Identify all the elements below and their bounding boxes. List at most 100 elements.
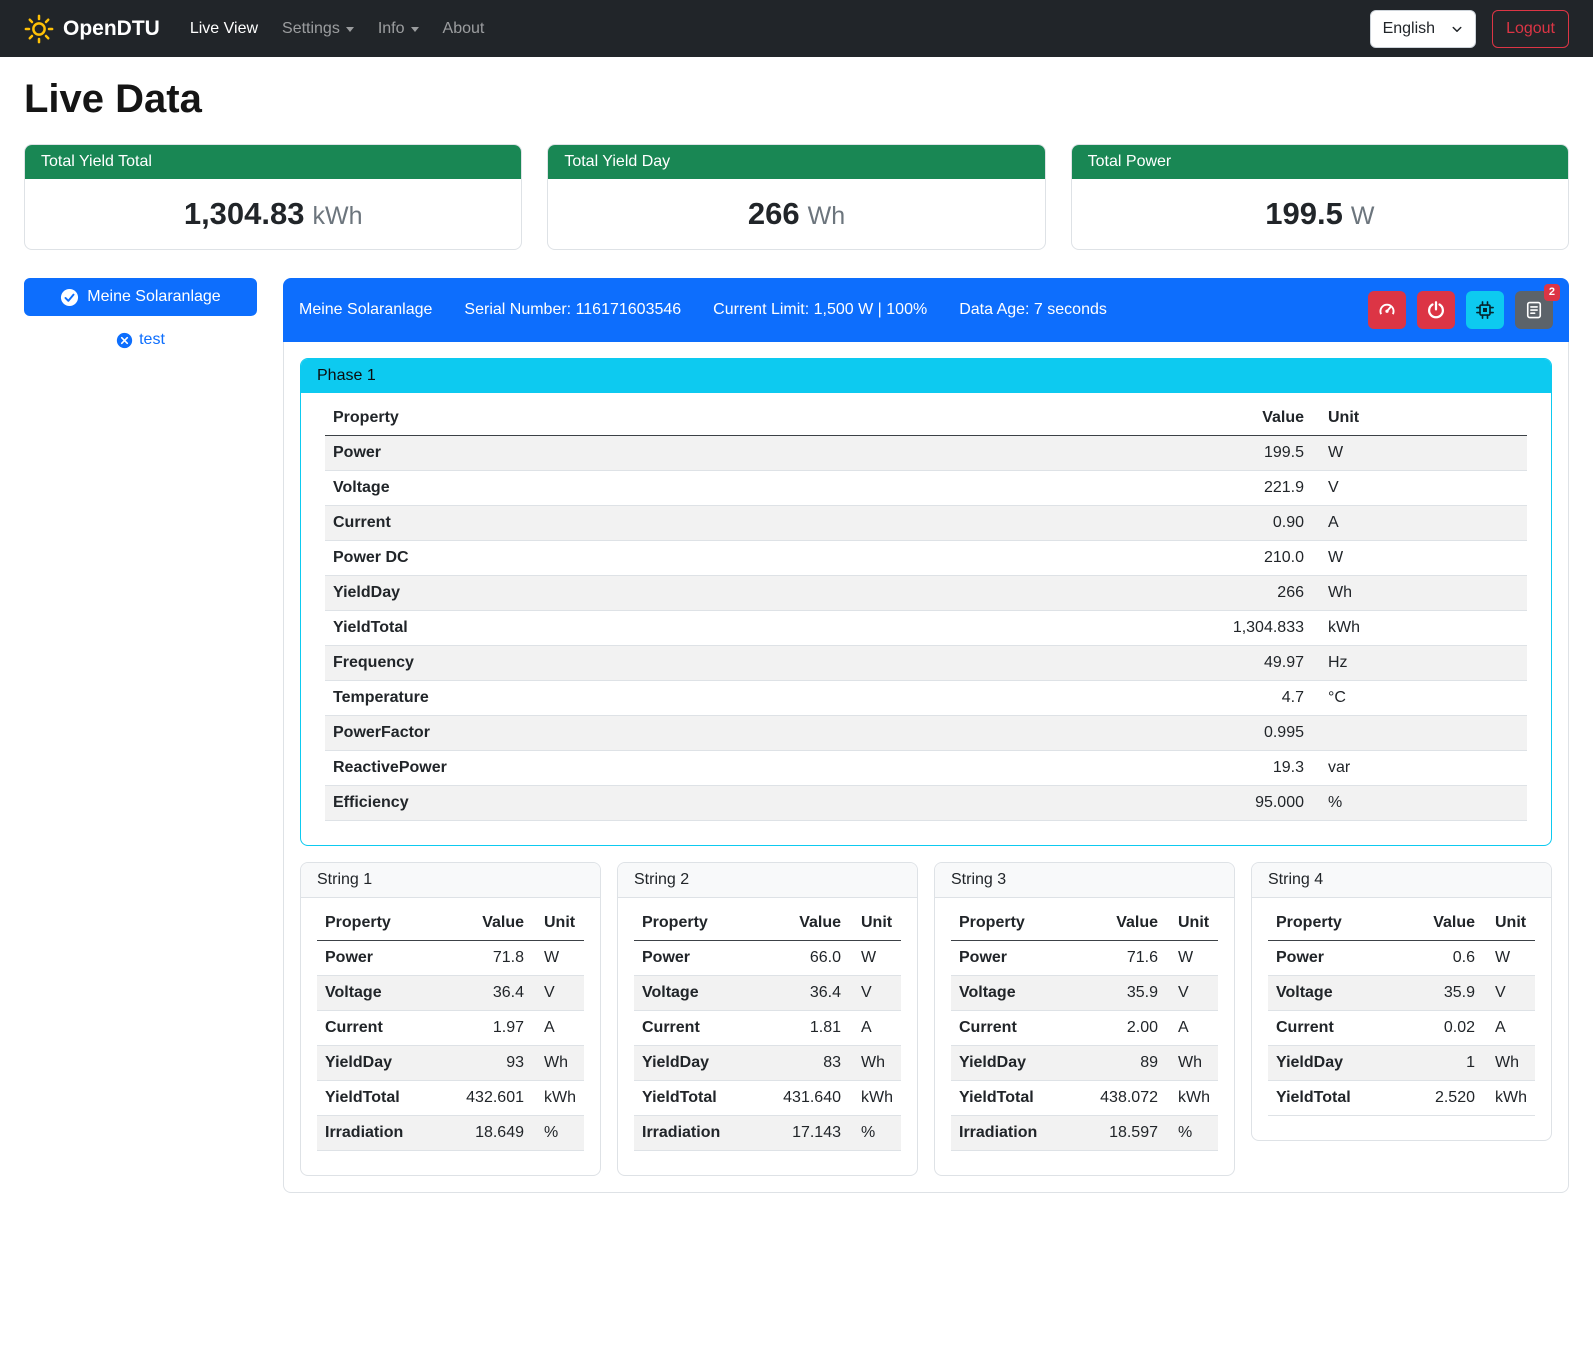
unit-cell: A: [1312, 506, 1527, 541]
card-title: Total Power: [1072, 145, 1568, 179]
property-cell: Temperature: [325, 681, 1187, 716]
table-row: Power71.8W: [317, 941, 584, 976]
column-header-value: Value: [1187, 401, 1312, 436]
string-card-body: PropertyValueUnitPower0.6WVoltage35.9VCu…: [1252, 898, 1551, 1140]
column-header-unit: Unit: [532, 906, 584, 941]
property-cell: Voltage: [951, 976, 1084, 1011]
property-cell: ReactivePower: [325, 751, 1187, 786]
limit-settings-button[interactable]: [1368, 291, 1406, 329]
value-cell: 199.5: [1187, 436, 1312, 471]
value-cell: 2.00: [1084, 1011, 1166, 1046]
table-header-row: PropertyValueUnit: [317, 906, 584, 941]
unit-cell: kWh: [532, 1081, 584, 1116]
unit-cell: kWh: [1166, 1081, 1218, 1116]
unit-cell: var: [1312, 751, 1527, 786]
test-link[interactable]: test: [24, 331, 257, 349]
phase-title: Phase 1: [301, 359, 1551, 393]
phase-table-body: Power199.5WVoltage221.9VCurrent0.90A Powe…: [325, 436, 1527, 821]
string-card-title: String 3: [935, 863, 1234, 898]
nav-info-label: Info: [378, 20, 405, 38]
table-row: Current1.81A: [634, 1011, 901, 1046]
card-body: 1,304.83kWh: [25, 179, 521, 249]
string-card-1: String 1PropertyValueUnitPower71.8WVolta…: [300, 862, 601, 1176]
nav-settings[interactable]: Settings: [270, 12, 366, 46]
value-cell: 0.02: [1401, 1011, 1483, 1046]
unit-cell: W: [1312, 436, 1527, 471]
table-row: Power71.6W: [951, 941, 1218, 976]
card-body: 199.5W: [1072, 179, 1568, 249]
table-row: Frequency49.97Hz: [325, 646, 1527, 681]
string-table: PropertyValueUnitPower66.0WVoltage36.4VC…: [634, 906, 901, 1151]
event-log-button[interactable]: 2: [1515, 291, 1553, 329]
column-header-unit: Unit: [1312, 401, 1527, 436]
unit-cell: W: [849, 941, 901, 976]
column-header-property: Property: [951, 906, 1084, 941]
inverter-name: Meine Solaranlage: [299, 301, 432, 319]
power-button[interactable]: [1417, 291, 1455, 329]
value-cell: 221.9: [1187, 471, 1312, 506]
value-cell: 438.072: [1084, 1081, 1166, 1116]
table-row: Irradiation18.649%: [317, 1116, 584, 1151]
unit-cell: V: [1312, 471, 1527, 506]
value-cell: 71.6: [1084, 941, 1166, 976]
unit-cell: A: [1166, 1011, 1218, 1046]
table-row: Power0.6W: [1268, 941, 1535, 976]
brand[interactable]: OpenDTU: [24, 14, 160, 44]
string-table-body: Power66.0WVoltage36.4VCurrent1.81AYieldD…: [634, 941, 901, 1151]
string-card-body: PropertyValueUnitPower66.0WVoltage36.4VC…: [618, 898, 917, 1175]
table-row: PowerFactor0.995: [325, 716, 1527, 751]
property-cell: YieldDay: [1268, 1046, 1401, 1081]
table-header-row: PropertyValueUnit: [1268, 906, 1535, 941]
value-cell: 431.640: [767, 1081, 849, 1116]
language-select[interactable]: English: [1370, 10, 1476, 48]
string-card-2: String 2PropertyValueUnitPower66.0WVolta…: [617, 862, 918, 1176]
table-row: Current2.00A: [951, 1011, 1218, 1046]
brand-name: OpenDTU: [63, 17, 160, 41]
unit-cell: Wh: [1166, 1046, 1218, 1081]
unit-cell: A: [532, 1011, 584, 1046]
unit-cell: A: [849, 1011, 901, 1046]
string-card-title: String 1: [301, 863, 600, 898]
value-cell: 19.3: [1187, 751, 1312, 786]
string-card-body: PropertyValueUnitPower71.6WVoltage35.9VC…: [935, 898, 1234, 1175]
table-row: Current0.02A: [1268, 1011, 1535, 1046]
card-value: 199.5: [1265, 196, 1343, 231]
unit-cell: kWh: [849, 1081, 901, 1116]
logout-button[interactable]: Logout: [1492, 10, 1569, 48]
unit-cell: Wh: [1483, 1046, 1535, 1081]
phase-table: PropertyValueUnit Power199.5WVoltage221.…: [325, 401, 1527, 821]
unit-cell: W: [532, 941, 584, 976]
table-row: YieldTotal1,304.833kWh: [325, 611, 1527, 646]
unit-cell: Wh: [532, 1046, 584, 1081]
value-cell: 4.7: [1187, 681, 1312, 716]
power-icon: [1426, 300, 1446, 320]
inverter-panel: Meine Solaranlage Serial Number: 1161716…: [283, 278, 1569, 1193]
property-cell: YieldDay: [951, 1046, 1084, 1081]
nav-about[interactable]: About: [431, 12, 497, 46]
check-circle-icon: [60, 288, 79, 307]
table-row: Current0.90A: [325, 506, 1527, 541]
table-row: Power66.0W: [634, 941, 901, 976]
inverter-sidebar: Meine Solaranlage test: [24, 278, 257, 349]
table-row: Voltage36.4V: [634, 976, 901, 1011]
table-row: Voltage221.9V: [325, 471, 1527, 506]
table-row: Power199.5W: [325, 436, 1527, 471]
table-header-row: PropertyValueUnit: [634, 906, 901, 941]
phase-card: Phase 1 PropertyValueUnit Power199.5WVol…: [300, 358, 1552, 846]
value-cell: 1.97: [450, 1011, 532, 1046]
string-table-body: Power0.6WVoltage35.9VCurrent0.02AYieldDa…: [1268, 941, 1535, 1116]
unit-cell: W: [1483, 941, 1535, 976]
table-row: YieldTotal431.640kWh: [634, 1081, 901, 1116]
nav-live-view[interactable]: Live View: [178, 12, 270, 46]
sun-logo-icon: [24, 14, 54, 44]
inverter-panel-header: Meine Solaranlage Serial Number: 1161716…: [283, 278, 1569, 342]
inverter-select-button[interactable]: Meine Solaranlage: [24, 278, 257, 316]
property-cell: Frequency: [325, 646, 1187, 681]
page-title: Live Data: [24, 77, 1569, 122]
device-info-button[interactable]: [1466, 291, 1504, 329]
column-header-value: Value: [1401, 906, 1483, 941]
nav-info[interactable]: Info: [366, 12, 431, 46]
value-cell: 18.649: [450, 1116, 532, 1151]
serial-number: Serial Number: 116171603546: [464, 301, 681, 319]
unit-cell: [1312, 716, 1527, 751]
